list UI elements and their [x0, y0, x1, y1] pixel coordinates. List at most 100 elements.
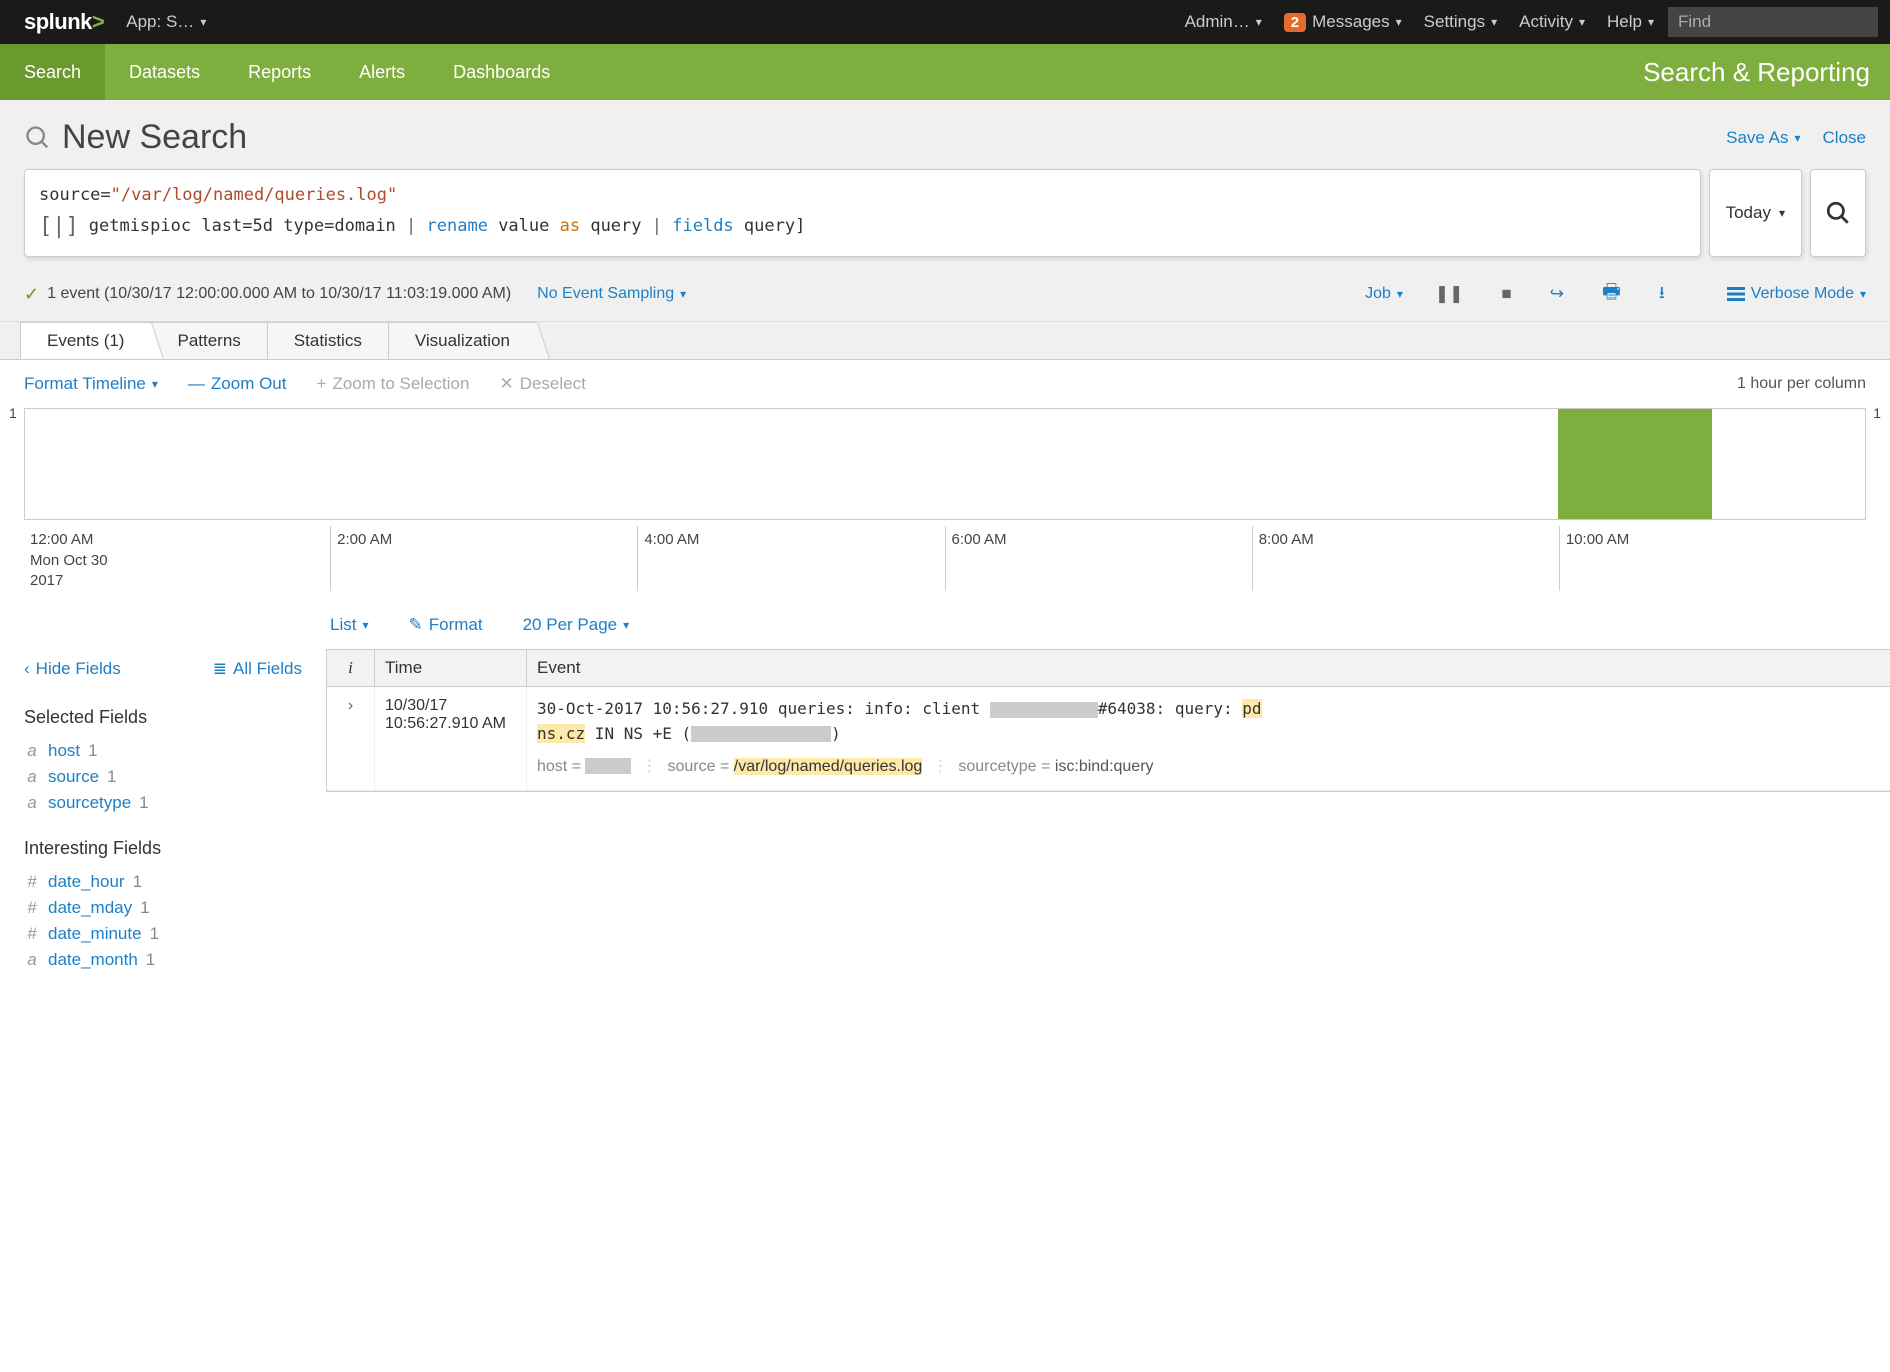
nav-tab-search[interactable]: Search — [0, 44, 105, 100]
field-count: 1 — [150, 924, 159, 944]
per-page-menu[interactable]: 20 Per Page ▾ — [523, 615, 630, 635]
deselect-button: ✕ Deselect — [499, 374, 585, 394]
field-name[interactable]: sourcetype — [48, 793, 131, 813]
timeline-tick: 8:00 AM — [1252, 526, 1559, 591]
timeline-tick: 6:00 AM — [945, 526, 1252, 591]
field-type-icon: a — [24, 767, 40, 787]
download-icon[interactable]: ⭳ — [1653, 280, 1671, 309]
settings-menu[interactable]: Settings ▾ — [1424, 12, 1497, 32]
stop-icon[interactable]: ■ — [1495, 284, 1517, 304]
tab-visualization[interactable]: Visualization — [388, 322, 537, 359]
field-count: 1 — [88, 741, 97, 761]
timeline-y-left: 1 — [9, 405, 17, 421]
search-button[interactable] — [1810, 169, 1866, 257]
field-row[interactable]: # date_hour 1 — [24, 869, 302, 895]
pause-icon[interactable]: ❚❚ — [1429, 284, 1470, 304]
logo[interactable]: splunk> — [24, 9, 104, 35]
field-count: 1 — [133, 872, 142, 892]
verbose-mode-icon — [1727, 287, 1745, 301]
timeline-granularity: 1 hour per column — [1737, 375, 1866, 393]
field-type-icon: a — [24, 741, 40, 761]
timeline-tick: 10:00 AM — [1559, 526, 1866, 591]
field-row[interactable]: adate_month1 — [24, 947, 302, 973]
redacted-value — [990, 702, 1098, 718]
timeline-y-right: 1 — [1873, 405, 1881, 421]
tab-patterns[interactable]: Patterns — [150, 322, 267, 359]
share-icon[interactable]: ↪ — [1544, 284, 1570, 304]
chevron-down-icon: ▾ — [1860, 287, 1866, 301]
event-time: 10/30/17 10:56:27.910 AM — [375, 687, 527, 789]
timeline-chart[interactable]: 1 1 — [24, 408, 1866, 520]
chevron-down-icon: ▾ — [1397, 287, 1403, 301]
nav-tab-reports[interactable]: Reports — [224, 44, 335, 100]
results-tabs: Events (1) Patterns Statistics Visualiza… — [0, 322, 1890, 359]
search-mode-menu[interactable]: Verbose Mode ▾ — [1727, 285, 1866, 303]
zoom-out-button[interactable]: — Zoom Out — [188, 374, 287, 394]
timeline-tick: 2:00 AM — [330, 526, 637, 591]
chevron-down-icon: ▾ — [1648, 15, 1654, 29]
field-type-icon: # — [24, 872, 40, 892]
event-sampling-menu[interactable]: No Event Sampling ▾ — [537, 285, 686, 303]
field-name[interactable]: date_hour — [48, 872, 125, 892]
close-button[interactable]: Close — [1823, 128, 1866, 148]
event-metadata: host = ⋮ source = /var/log/named/queries… — [537, 755, 1880, 780]
nav-tab-dashboards[interactable]: Dashboards — [429, 44, 574, 100]
close-icon: ✕ — [499, 374, 513, 394]
column-header-time[interactable]: Time — [375, 650, 527, 686]
bracket-icon: [|] — [39, 209, 79, 244]
search-icon — [24, 124, 52, 152]
time-range-picker[interactable]: Today ▾ — [1709, 169, 1802, 257]
activity-menu[interactable]: Activity ▾ — [1519, 12, 1585, 32]
page-title: New Search — [24, 118, 247, 157]
column-header-event[interactable]: Event — [527, 650, 1890, 686]
expand-event-button[interactable]: › — [327, 687, 375, 789]
field-name[interactable]: date_month — [48, 950, 138, 970]
field-type-icon: a — [24, 793, 40, 813]
redacted-value — [691, 726, 831, 742]
event-row: › 10/30/17 10:56:27.910 AM 30-Oct-2017 1… — [327, 687, 1890, 790]
job-menu[interactable]: Job ▾ — [1365, 285, 1403, 303]
print-icon[interactable]: 🖶 — [1596, 277, 1627, 311]
field-row[interactable]: ahost 1 — [24, 738, 302, 764]
chevron-right-icon: › — [348, 697, 353, 714]
column-header-info[interactable]: i — [327, 650, 375, 686]
nav-tab-datasets[interactable]: Datasets — [105, 44, 224, 100]
field-count: 1 — [139, 793, 148, 813]
field-name[interactable]: source — [48, 767, 99, 787]
find-input[interactable]: Find — [1668, 7, 1878, 37]
global-topbar: splunk> App: S… ▾ Admin… ▾ 2Messages ▾ S… — [0, 0, 1890, 44]
event-raw[interactable]: 30-Oct-2017 10:56:27.910 queries: info: … — [527, 687, 1890, 789]
list-display-menu[interactable]: List ▾ — [330, 615, 369, 635]
chevron-down-icon: ▾ — [1779, 206, 1785, 220]
all-fields-button[interactable]: ≣ All Fields — [213, 659, 302, 679]
nav-tab-alerts[interactable]: Alerts — [335, 44, 429, 100]
format-events-button[interactable]: ✎ Format — [409, 615, 483, 635]
app-navbar: Search Datasets Reports Alerts Dashboard… — [0, 44, 1890, 100]
admin-menu[interactable]: Admin… ▾ — [1185, 12, 1262, 32]
messages-menu[interactable]: 2Messages ▾ — [1284, 12, 1402, 32]
events-table-header: i Time Event — [327, 650, 1890, 687]
plus-icon: + — [317, 374, 327, 394]
app-selector[interactable]: App: S… ▾ — [126, 12, 206, 32]
save-as-button[interactable]: Save As ▾ — [1726, 128, 1800, 148]
field-name[interactable]: date_mday — [48, 898, 132, 918]
hide-fields-button[interactable]: ‹ Hide Fields — [24, 659, 121, 679]
tab-events[interactable]: Events (1) — [20, 322, 151, 359]
chevron-down-icon: ▾ — [680, 287, 686, 301]
help-menu[interactable]: Help ▾ — [1607, 12, 1654, 32]
field-name[interactable]: date_minute — [48, 924, 142, 944]
search-input[interactable]: source="/var/log/named/queries.log" [|] … — [24, 169, 1701, 257]
check-icon: ✓ — [24, 284, 39, 305]
field-row[interactable]: asource1 — [24, 764, 302, 790]
format-timeline-menu[interactable]: Format Timeline ▾ — [24, 374, 158, 394]
field-row[interactable]: #date_minute1 — [24, 921, 302, 947]
page-header: New Search Save As ▾ Close — [0, 100, 1890, 169]
field-row[interactable]: a sourcetype 1 — [24, 790, 302, 816]
field-name[interactable]: host — [48, 741, 80, 761]
chevron-down-icon: ▾ — [152, 377, 158, 391]
chevron-down-icon: ▾ — [1491, 15, 1497, 29]
list-icon: ≣ — [213, 659, 227, 679]
field-row[interactable]: #date_mday1 — [24, 895, 302, 921]
tab-statistics[interactable]: Statistics — [267, 322, 389, 359]
timeline-bar[interactable] — [1558, 409, 1711, 519]
